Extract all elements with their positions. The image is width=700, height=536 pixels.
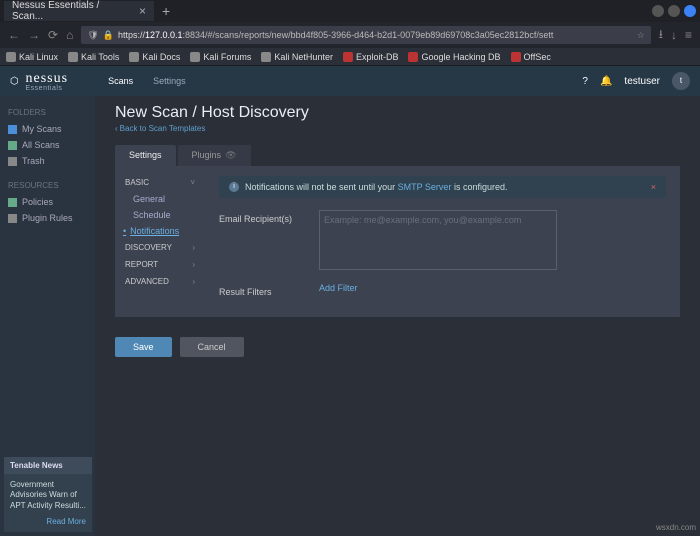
cat-report[interactable]: REPORT› <box>115 256 205 273</box>
chevron-down-icon: ˅ <box>190 178 195 187</box>
info-icon: i <box>229 182 239 192</box>
bookmarks-bar: Kali Linux Kali Tools Kali Docs Kali For… <box>0 48 700 66</box>
forward-icon[interactable]: → <box>28 28 40 42</box>
app-header: ⬡ nessus Essentials Scans Settings ? 🔔 t… <box>0 66 700 96</box>
folder-icon <box>8 125 17 134</box>
url-path: :8834/#/scans/reports/new/bbd4f805-3966-… <box>183 30 554 40</box>
window-buttons <box>652 5 696 17</box>
cat-basic[interactable]: BASIC˅ <box>115 174 205 191</box>
sidebar-head-folders: FOLDERS <box>0 104 95 121</box>
tab-settings[interactable]: Settings <box>115 145 176 166</box>
browser-tab[interactable]: Nessus Essentials / Scan... × <box>4 1 154 21</box>
save-button[interactable]: Save <box>115 337 172 357</box>
hex-logo-icon: ⬡ <box>10 76 19 87</box>
eye-icon: 👁 <box>225 150 236 160</box>
sidebar-head-resources: RESOURCES <box>0 177 95 194</box>
bookmark-kali-docs[interactable]: Kali Docs <box>129 52 180 62</box>
chevron-right-icon: › <box>192 243 195 252</box>
email-recipients-input[interactable] <box>319 210 557 270</box>
new-tab-button[interactable]: + <box>162 3 170 19</box>
content-area: New Scan / Host Discovery ‹Back to Scan … <box>95 96 700 536</box>
cat-advanced[interactable]: ADVANCED› <box>115 273 205 290</box>
close-window-icon[interactable] <box>684 5 696 17</box>
url-host: 127.0.0.1 <box>145 30 183 40</box>
folder-icon <box>8 141 17 150</box>
chevron-left-icon: ‹ <box>115 124 118 133</box>
plugin-rules-icon <box>8 214 17 223</box>
tab-plugins[interactable]: Plugins👁 <box>178 145 251 166</box>
label-result-filters: Result Filters <box>219 283 319 297</box>
panel-tabs: Settings Plugins👁 <box>115 145 680 166</box>
cat-basic-notifications[interactable]: Notifications <box>115 223 205 239</box>
alert-close-icon[interactable]: × <box>651 182 656 192</box>
form-buttons: Save Cancel <box>115 337 680 357</box>
maximize-icon[interactable] <box>668 5 680 17</box>
shield-icon: 🛡 <box>87 30 98 41</box>
nav-settings[interactable]: Settings <box>153 76 186 86</box>
avatar[interactable]: t <box>672 72 690 90</box>
tenable-news-widget: Tenable News Government Advisories Warn … <box>4 457 92 532</box>
help-icon[interactable]: ? <box>582 76 588 87</box>
bookmark-star-icon[interactable]: ☆ <box>637 30 645 41</box>
settings-categories: BASIC˅ General Schedule Notifications DI… <box>115 166 205 317</box>
menu-icon[interactable]: ≡ <box>685 28 692 42</box>
sidebar-item-all-scans[interactable]: All Scans <box>0 137 95 153</box>
sidebar-item-policies[interactable]: Policies <box>0 194 95 210</box>
alert-text: Notifications will not be sent until you… <box>245 182 507 192</box>
nav-scans[interactable]: Scans <box>108 76 133 86</box>
username[interactable]: testuser <box>624 76 660 87</box>
reload-icon[interactable]: ⟳ <box>48 28 58 42</box>
notifications-icon[interactable]: 🔔 <box>600 76 612 87</box>
page-title: New Scan / Host Discovery <box>115 104 680 122</box>
top-nav: Scans Settings <box>108 76 186 86</box>
trash-icon <box>8 157 17 166</box>
window-titlebar: Nessus Essentials / Scan... × + <box>0 0 700 22</box>
brand-block: ⬡ nessus Essentials <box>10 71 68 92</box>
settings-panel: BASIC˅ General Schedule Notifications DI… <box>115 166 680 317</box>
sidebar-item-plugin-rules[interactable]: Plugin Rules <box>0 210 95 226</box>
settings-form: i Notifications will not be sent until y… <box>205 166 680 317</box>
bookmark-kali-nethunter[interactable]: Kali NetHunter <box>261 52 333 62</box>
bookmark-google-hacking-db[interactable]: Google Hacking DB <box>408 52 500 62</box>
downloads-icon[interactable]: ⭳ <box>659 25 663 46</box>
minimize-icon[interactable] <box>652 5 664 17</box>
cancel-button[interactable]: Cancel <box>180 337 244 357</box>
add-filter-link[interactable]: Add Filter <box>319 283 358 293</box>
cat-discovery[interactable]: DISCOVERY› <box>115 239 205 256</box>
cat-basic-general[interactable]: General <box>115 191 205 207</box>
bookmark-kali-linux[interactable]: Kali Linux <box>6 52 58 62</box>
back-icon[interactable]: ← <box>8 28 20 42</box>
extensions-icon[interactable]: ↓ <box>671 28 677 42</box>
close-tab-icon[interactable]: × <box>139 4 146 18</box>
top-right: ? 🔔 testuser t <box>582 72 690 90</box>
news-header: Tenable News <box>4 457 92 474</box>
news-read-more[interactable]: Read More <box>10 517 86 526</box>
bookmark-kali-tools[interactable]: Kali Tools <box>68 52 119 62</box>
chevron-right-icon: › <box>192 260 195 269</box>
home-icon[interactable]: ⌂ <box>66 28 73 42</box>
label-email-recipients: Email Recipient(s) <box>219 210 319 273</box>
smtp-alert: i Notifications will not be sent until y… <box>219 176 666 198</box>
url-bar[interactable]: 🛡 🔒 https://127.0.0.1:8834/#/scans/repor… <box>81 26 650 44</box>
lock-icon: 🔒 <box>103 30 114 41</box>
sidebar-item-trash[interactable]: Trash <box>0 153 95 169</box>
chevron-right-icon: › <box>192 277 195 286</box>
cat-basic-schedule[interactable]: Schedule <box>115 207 205 223</box>
watermark: wsxdn.com <box>656 523 696 532</box>
brand-sub: Essentials <box>26 85 69 92</box>
browser-navbar: ← → ⟳ ⌂ 🛡 🔒 https://127.0.0.1:8834/#/sca… <box>0 22 700 48</box>
policies-icon <box>8 198 17 207</box>
tab-title: Nessus Essentials / Scan... <box>12 0 131 22</box>
bookmark-kali-forums[interactable]: Kali Forums <box>190 52 251 62</box>
sidebar-item-my-scans[interactable]: My Scans <box>0 121 95 137</box>
bookmark-exploit-db[interactable]: Exploit-DB <box>343 52 399 62</box>
back-link[interactable]: ‹Back to Scan Templates <box>115 124 680 133</box>
smtp-server-link[interactable]: SMTP Server <box>398 182 452 192</box>
bookmark-offsec[interactable]: OffSec <box>511 52 551 62</box>
news-body: Government Advisories Warn of APT Activi… <box>10 480 86 511</box>
